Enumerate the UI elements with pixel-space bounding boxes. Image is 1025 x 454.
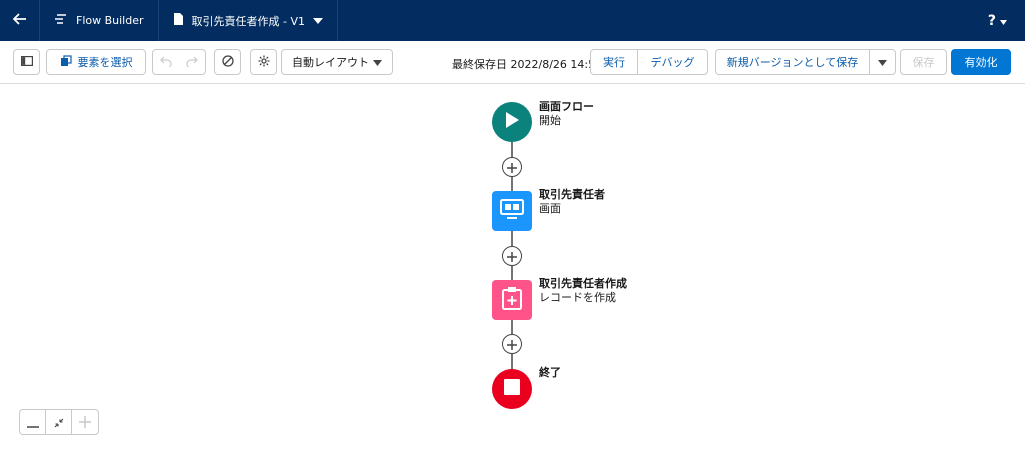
app-brand: Flow Builder [40, 0, 159, 41]
chevron-down-icon [313, 14, 324, 27]
select-elements-icon [60, 54, 72, 70]
last-saved-text: 最終保存日 2022/8/26 14:57 [452, 58, 603, 71]
app-header: Flow Builder 取引先責任者作成 - V1 ? [0, 0, 1025, 41]
screen-icon [500, 199, 524, 223]
clipboard-plus-icon [501, 286, 523, 314]
plus-icon [507, 247, 517, 266]
no-entry-icon [221, 54, 234, 70]
chevron-down-icon [878, 56, 887, 69]
activate-button[interactable]: 有効化 [951, 49, 1011, 75]
zoom-in-button[interactable] [72, 410, 98, 434]
stop-icon [503, 378, 521, 400]
create-record-node-label: 取引先責任者作成 レコードを作成 [539, 277, 627, 305]
layout-label: 自動レイアウト [292, 56, 369, 69]
flow-icon [54, 12, 68, 29]
save-label: 保存 [912, 56, 935, 69]
back-button[interactable] [0, 0, 40, 41]
start-node-label: 画面フロー 開始 [539, 100, 594, 128]
create-record-node[interactable] [492, 280, 532, 320]
toggle-panel-icon [20, 55, 33, 69]
fit-to-view-button[interactable] [46, 410, 72, 434]
select-elements-button[interactable]: 要素を選択 [46, 49, 146, 75]
node-title: 取引先責任者 [539, 188, 605, 201]
layout-select[interactable]: 自動レイアウト [281, 49, 393, 75]
app-name: Flow Builder [76, 14, 144, 27]
end-node-label: 終了 [539, 366, 561, 380]
save-button[interactable]: 保存 [900, 49, 947, 75]
redo-icon[interactable] [186, 55, 198, 70]
select-elements-label: 要素を選択 [77, 56, 133, 69]
gear-icon [258, 55, 270, 70]
screen-node-label: 取引先責任者 画面 [539, 188, 605, 216]
plus-icon [79, 413, 91, 432]
plus-icon [507, 158, 517, 177]
toolbar: 要素を選択 自動レイアウト 最終保存日 2022/8/26 14:57 実行 デ… [0, 41, 1025, 84]
flow-title-menu[interactable]: 取引先責任者作成 - V1 [159, 0, 339, 41]
chevron-down-icon [373, 56, 382, 69]
screen-node[interactable] [492, 191, 532, 231]
node-subtitle: 開始 [539, 114, 561, 127]
toggle-panel-button[interactable] [13, 49, 40, 75]
end-node[interactable] [492, 369, 532, 409]
node-subtitle: 画面 [539, 202, 561, 215]
help-label: ? [987, 12, 996, 29]
node-title: 画面フロー [539, 100, 594, 113]
run-label: 実行 [603, 56, 625, 69]
node-subtitle: レコードを作成 [539, 291, 616, 304]
save-as-new-label: 新規バージョンとして保存 [726, 56, 859, 69]
debug-button[interactable]: デバッグ [637, 49, 708, 75]
zoom-controls [19, 409, 99, 435]
plus-icon [507, 335, 517, 354]
play-icon [504, 111, 520, 133]
minus-icon [26, 413, 39, 432]
back-arrow-icon [12, 13, 27, 28]
start-node[interactable] [492, 102, 532, 142]
debug-label: デバッグ [650, 56, 695, 69]
node-title: 取引先責任者作成 [539, 277, 627, 290]
undo-icon[interactable] [160, 55, 172, 70]
settings-button[interactable] [250, 49, 277, 75]
run-button[interactable]: 実行 [590, 49, 638, 75]
flow-title: 取引先責任者作成 - V1 [191, 14, 306, 28]
undo-redo-group [152, 49, 206, 75]
zoom-out-button[interactable] [20, 410, 46, 434]
node-title: 終了 [539, 366, 561, 379]
save-options-menu[interactable] [869, 49, 896, 75]
no-entry-button[interactable] [214, 49, 241, 75]
add-element-button[interactable] [502, 157, 522, 177]
document-icon [173, 12, 184, 29]
add-element-button[interactable] [502, 334, 522, 354]
flow-canvas[interactable]: 画面フロー 開始 取引先責任者 画面 取引先責任者作成 レコードを作成 終了 [0, 84, 1025, 454]
save-as-new-version-button[interactable]: 新規バージョンとして保存 [715, 49, 870, 75]
add-element-button[interactable] [502, 246, 522, 266]
help-menu[interactable]: ? [988, 0, 1025, 41]
chevron-down-icon [1000, 13, 1007, 29]
fit-icon [54, 413, 64, 432]
activate-label: 有効化 [964, 56, 998, 69]
